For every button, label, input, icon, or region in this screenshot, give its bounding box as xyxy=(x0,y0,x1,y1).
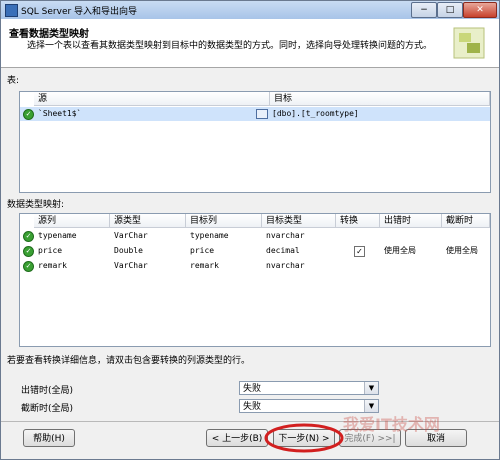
col-header-target[interactable]: 目标 xyxy=(270,92,490,106)
success-icon: ✓ xyxy=(23,109,34,120)
col-header-source[interactable]: 源 xyxy=(34,92,270,106)
col-header-dst-col[interactable]: 目标列 xyxy=(186,214,262,228)
page-description: 选择一个表以查看其数据类型映射到目标中的数据类型的方式。同时，选择向导处理转换问… xyxy=(27,41,433,51)
cell-dst-col: price xyxy=(190,246,215,255)
highlight-ellipse xyxy=(264,423,344,453)
cell-src-col: typename xyxy=(38,231,77,240)
col-header-src-type[interactable]: 源类型 xyxy=(110,214,186,228)
success-icon: ✓ xyxy=(23,231,34,242)
table-row[interactable]: ✓ typename VarChar typename nvarchar xyxy=(20,229,490,243)
cell-src-type: VarChar xyxy=(114,261,148,270)
cell-dst-type: nvarchar xyxy=(266,261,305,270)
col-header-convert[interactable]: 转换 xyxy=(336,214,380,228)
success-icon: ✓ xyxy=(23,246,34,257)
tables-grid: 源 目标 ✓ `Sheet1$` [dbo].[t_roomtype] xyxy=(19,91,491,193)
col-header-on-error[interactable]: 出错时 xyxy=(380,214,442,228)
cell-src-col: price xyxy=(38,246,63,255)
col-header-src-col[interactable]: 源列 xyxy=(34,214,110,228)
cell-src-type: VarChar xyxy=(114,231,148,240)
global-on-error-label: 出错时(全局) xyxy=(21,386,74,396)
title-bar: SQL Server 导入和导出向导 − □ ✕ xyxy=(1,1,499,19)
watermark: 我爱IT技术网 xyxy=(343,415,440,434)
minimize-button[interactable]: − xyxy=(411,2,437,18)
table-icon xyxy=(256,109,268,119)
cell-dst-col: remark xyxy=(190,261,219,270)
chevron-down-icon[interactable]: ▼ xyxy=(364,382,378,394)
global-on-error-value: 失败 xyxy=(243,384,262,394)
col-header-on-trunc[interactable]: 截断时 xyxy=(442,214,490,228)
help-button[interactable]: 帮助(H) xyxy=(23,429,75,447)
close-button[interactable]: ✕ xyxy=(463,2,497,18)
global-on-trunc-value: 失败 xyxy=(243,402,262,412)
mapping-grid: 源列 源类型 目标列 目标类型 转换 出错时 截断时 ✓ typename Va… xyxy=(19,213,491,347)
maximize-button[interactable]: □ xyxy=(437,2,463,18)
table-row[interactable]: ✓ `Sheet1$` [dbo].[t_roomtype] xyxy=(20,107,490,121)
source-table: `Sheet1$` xyxy=(38,109,82,118)
success-icon: ✓ xyxy=(23,261,34,272)
window-title: SQL Server 导入和导出向导 xyxy=(21,7,138,17)
wizard-window: SQL Server 导入和导出向导 − □ ✕ 查看数据类型映射 选择一个表以… xyxy=(0,0,500,460)
hint-text: 若要查看转换详细信息，请双击包含要转换的列源类型的行。 xyxy=(7,356,251,366)
table-row[interactable]: ✓ remark VarChar remark nvarchar xyxy=(20,259,490,273)
col-header-dst-type[interactable]: 目标类型 xyxy=(262,214,336,228)
global-on-trunc-label: 截断时(全局) xyxy=(21,404,74,414)
cell-dst-type: nvarchar xyxy=(266,231,305,240)
wizard-logo-icon xyxy=(453,27,485,59)
cell-src-col: remark xyxy=(38,261,67,270)
convert-checkbox[interactable]: ✓ xyxy=(354,246,365,257)
cell-dst-col: typename xyxy=(190,231,229,240)
target-table: [dbo].[t_roomtype] xyxy=(272,109,359,118)
tables-label: 表: xyxy=(7,76,20,86)
cell-dst-type: decimal xyxy=(266,246,300,255)
mapping-label: 数据类型映射: xyxy=(7,200,65,210)
cell-src-type: Double xyxy=(114,246,143,255)
table-row[interactable]: ✓ price Double price decimal ✓ 使用全局 使用全局 xyxy=(20,244,490,258)
cell-on-error[interactable]: 使用全局 xyxy=(384,244,442,258)
global-on-error-select[interactable]: 失败 ▼ xyxy=(239,381,379,395)
cell-on-trunc[interactable]: 使用全局 xyxy=(446,244,490,258)
back-button[interactable]: < 上一步(B) xyxy=(206,429,268,447)
sql-server-icon xyxy=(5,4,18,17)
wizard-header: 查看数据类型映射 选择一个表以查看其数据类型映射到目标中的数据类型的方式。同时，… xyxy=(1,19,499,68)
